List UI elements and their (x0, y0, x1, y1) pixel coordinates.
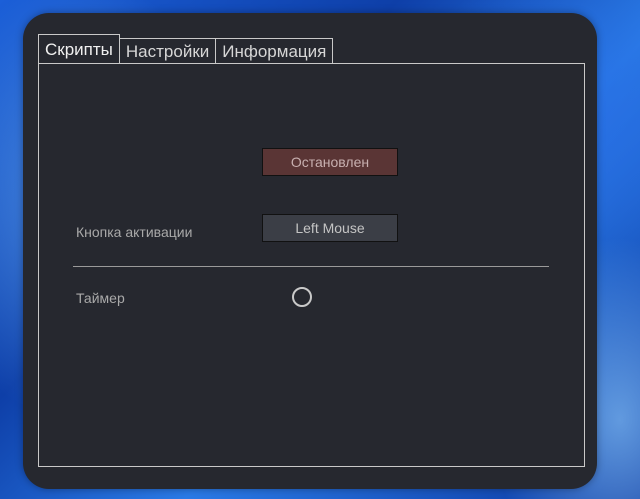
activation-key-button[interactable]: Left Mouse (262, 214, 398, 242)
tab-settings[interactable]: Настройки (118, 38, 217, 63)
tab-panel-scripts: Остановлен Кнопка активации Left Mouse Т… (38, 63, 585, 467)
section-divider (73, 266, 549, 267)
timer-radio-button[interactable] (292, 287, 312, 307)
tab-scripts[interactable]: Скрипты (38, 34, 120, 63)
timer-label: Таймер (76, 290, 125, 306)
tab-bar: Скрипты Настройки Информация (38, 34, 334, 63)
activation-key-label: Кнопка активации (76, 224, 193, 240)
tab-information[interactable]: Информация (215, 38, 334, 63)
status-toggle-button[interactable]: Остановлен (262, 148, 398, 176)
app-window: Скрипты Настройки Информация Остановлен … (23, 13, 597, 489)
